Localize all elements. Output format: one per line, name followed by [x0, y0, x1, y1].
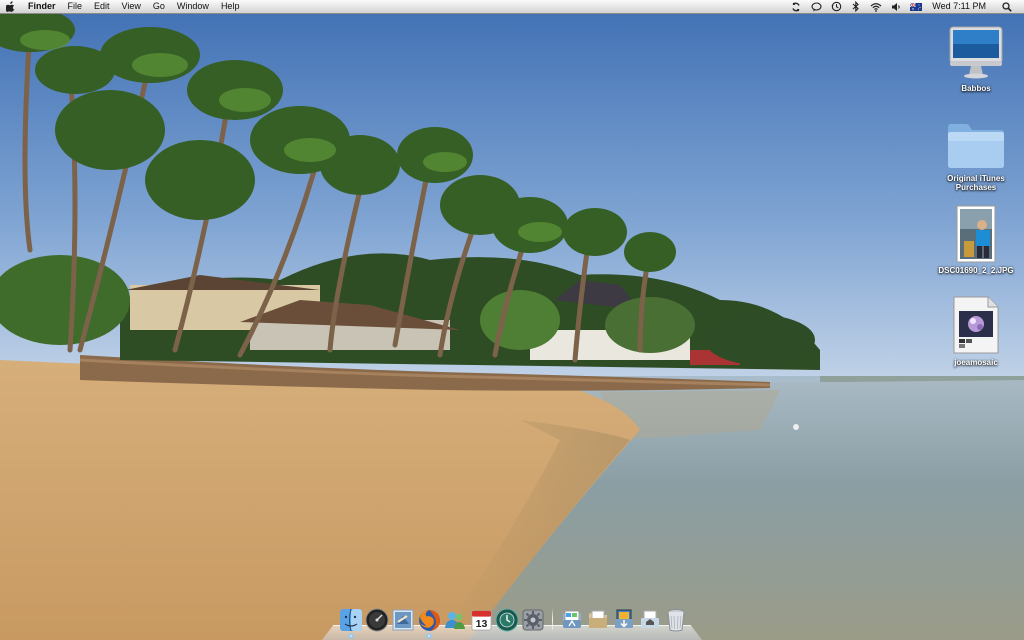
downloads-stack-icon [615, 609, 633, 628]
desktop-icon-label: DSC01690_2_2.JPG [938, 266, 1014, 275]
bluetooth-icon[interactable] [848, 0, 864, 13]
menu-edit[interactable]: Edit [88, 0, 116, 13]
dock-item-system-preferences[interactable] [520, 607, 546, 633]
menu-help[interactable]: Help [215, 0, 246, 13]
calendar-day-label: 13 [475, 618, 487, 630]
imac-computer-icon [946, 24, 1006, 82]
calendar-icon: 13 [470, 609, 492, 631]
menu-view[interactable]: View [116, 0, 147, 13]
wifi-icon[interactable] [868, 0, 884, 13]
time-machine-dock-icon [495, 608, 519, 632]
time-machine-icon[interactable] [828, 0, 844, 13]
home-folder-icon [641, 610, 659, 628]
dock: 13 [322, 603, 702, 640]
desktop-icon-joeamosaic[interactable]: joeamosaic [931, 294, 1021, 367]
sync-icon[interactable] [788, 0, 804, 13]
dock-item-firefox[interactable] [416, 607, 442, 633]
contacts-people-icon [445, 612, 465, 629]
documents-stack-icon [589, 610, 607, 628]
mail-stamp-icon [392, 609, 414, 631]
running-indicator-firefox [427, 634, 431, 638]
dock-item-ical[interactable]: 13 [468, 607, 494, 633]
volume-icon[interactable] [888, 0, 904, 13]
firefox-icon [418, 609, 440, 631]
desktop-icon-label: Original iTunes Purchases [947, 174, 1005, 192]
dock-item-ichat[interactable] [442, 607, 468, 633]
spotlight-search-icon[interactable] [1000, 1, 1014, 12]
trash-icon [667, 609, 685, 632]
wallpaper-beach-image [0, 0, 1024, 640]
dock-item-finder[interactable] [338, 607, 364, 633]
menu-clock[interactable]: Wed 7:11 PM [926, 0, 1000, 13]
chat-icon[interactable] [808, 0, 824, 13]
menu-window[interactable]: Window [171, 0, 215, 13]
desktop[interactable]: Finder File Edit View Go Window Help Wed… [0, 0, 1024, 640]
dock-item-documents[interactable] [585, 607, 611, 633]
menu-file[interactable]: File [62, 0, 89, 13]
desktop-icon-dsc01690[interactable]: DSC01690_2_2.JPG [931, 204, 1021, 275]
dock-item-home[interactable] [637, 607, 663, 633]
system-preferences-icon [522, 609, 544, 631]
finder-icon [340, 608, 362, 632]
menu-bar: Finder File Edit View Go Window Help Wed… [0, 0, 1024, 14]
dock-item-mail[interactable] [390, 607, 416, 633]
desktop-icon-label: Babbos [961, 84, 991, 93]
applications-stack-icon [563, 610, 581, 628]
apple-icon[interactable] [0, 0, 22, 13]
desktop-icon-babbos[interactable]: Babbos [931, 24, 1021, 93]
desktop-icon-label: joeamosaic [954, 358, 998, 367]
dock-item-downloads[interactable] [611, 607, 637, 633]
dock-item-time-machine[interactable] [494, 607, 520, 633]
folder-icon [946, 118, 1006, 172]
dashboard-icon [365, 608, 389, 632]
dock-item-trash[interactable] [663, 607, 689, 633]
menu-go[interactable]: Go [147, 0, 171, 13]
australia-flag-icon[interactable] [908, 0, 924, 13]
running-indicator-finder [349, 634, 353, 638]
desktop-icon-itunes-purchases[interactable]: Original iTunes Purchases [931, 118, 1021, 192]
photo-thumbnail-icon [946, 204, 1006, 264]
dock-item-dashboard[interactable] [364, 607, 390, 633]
dock-separator [552, 608, 553, 630]
image-document-icon [946, 294, 1006, 356]
menu-finder[interactable]: Finder [22, 0, 62, 13]
dock-item-applications[interactable] [559, 607, 585, 633]
